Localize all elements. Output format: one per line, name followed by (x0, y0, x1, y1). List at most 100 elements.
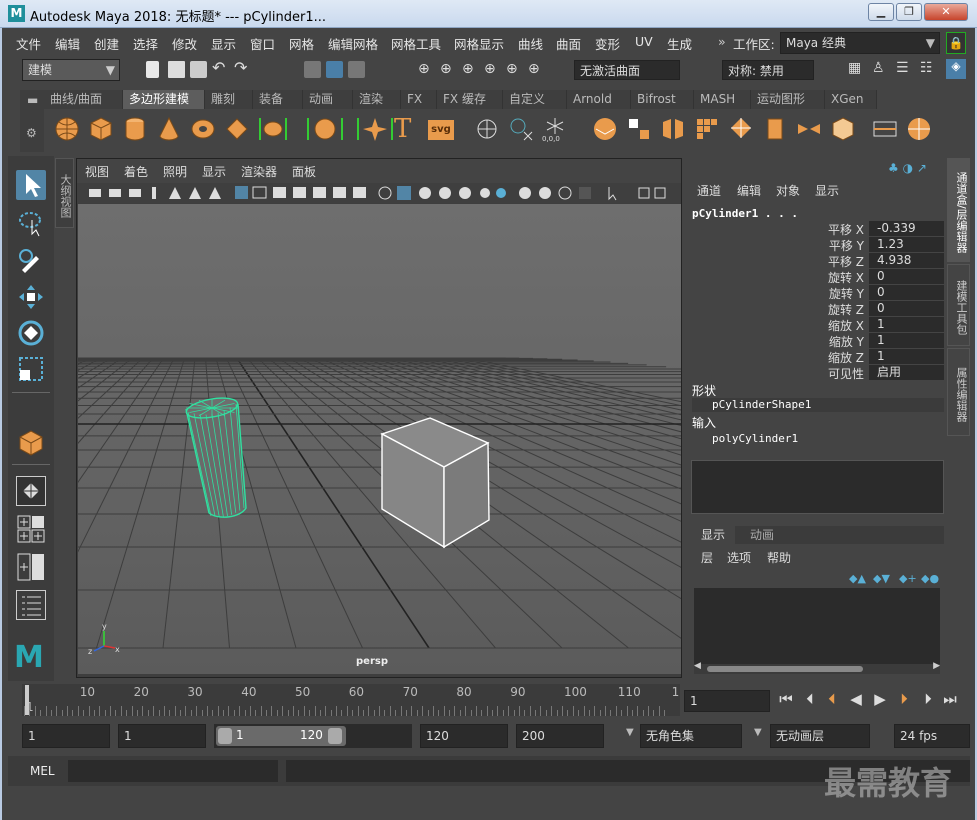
layer-scrollbar[interactable]: ◀ ▶ (694, 661, 940, 674)
viewport-menu-renderer[interactable]: 渲染器 (241, 163, 277, 180)
maximize-button[interactable]: ❐ (896, 3, 922, 21)
shelf-tab-fx-cache[interactable]: FX 缓存 (437, 90, 503, 109)
layer-menu-help[interactable]: 帮助 (767, 549, 791, 566)
layer-tab-display[interactable]: 显示 (691, 526, 735, 544)
poly-disc-icon[interactable] (258, 116, 288, 142)
two-pane-layout-icon[interactable] (16, 552, 46, 582)
sphere-pivot-icon[interactable] (474, 116, 500, 142)
viewport-menu-shading[interactable]: 着色 (124, 163, 148, 180)
target-weld-icon[interactable] (906, 116, 932, 142)
viewport-scene[interactable]: x y z persp (78, 204, 681, 674)
play-backward-icon[interactable]: ◀ (846, 690, 866, 708)
step-forward-frame-icon[interactable]: ⏵ (918, 690, 938, 708)
time-slider-track[interactable]: 1 10 20 30 40 50 60 70 80 90 100 110 1 (22, 684, 680, 716)
poly-plane-icon[interactable] (224, 116, 250, 142)
current-frame-field[interactable]: 1 (684, 690, 770, 712)
menu-set-dropdown[interactable]: 建模 ▼ (22, 59, 120, 81)
attr-field-scale-x[interactable]: 1 (869, 317, 944, 332)
attr-field-rotate-x[interactable]: 0 (869, 269, 944, 284)
menu-mesh-display[interactable]: 网格显示 (454, 34, 504, 53)
side-tab-channel-box[interactable]: 通道盒/层编辑器 (947, 158, 970, 262)
shelf-tab-xgen[interactable]: XGen (825, 90, 877, 109)
combine-icon[interactable] (592, 116, 618, 142)
reduce-icon[interactable] (728, 116, 754, 142)
attr-field-scale-z[interactable]: 1 (869, 349, 944, 364)
attr-field-translate-x[interactable]: -0.339 (869, 221, 944, 236)
channel-menu-channels[interactable]: 通道 (697, 182, 721, 199)
new-scene-icon[interactable] (146, 61, 159, 78)
fps-dropdown[interactable]: 24 fps (894, 724, 970, 748)
mel-input[interactable] (68, 760, 278, 782)
freeze-transform-icon[interactable]: 0,0,0 (542, 116, 568, 142)
poly-cone-icon[interactable] (156, 116, 182, 142)
select-object-icon[interactable] (326, 61, 343, 78)
layer-tab-anim[interactable]: 动画 (737, 526, 787, 544)
viewport-menu-lighting[interactable]: 照明 (163, 163, 187, 180)
poly-cube-icon[interactable] (88, 116, 114, 142)
scroll-left-icon[interactable]: ◀ (694, 661, 701, 671)
attribute-editor-icon[interactable]: ☰ (896, 60, 909, 76)
snap-view-plane-icon[interactable]: ⊕ (484, 61, 496, 77)
shelf-tab-rigging[interactable]: 装备 (253, 90, 303, 109)
save-scene-icon[interactable] (190, 61, 207, 78)
menu-uv[interactable]: UV (635, 34, 653, 49)
four-pane-layout-icon[interactable] (16, 514, 46, 544)
smooth-icon[interactable] (694, 116, 720, 142)
side-tab-modeling-toolkit[interactable]: 建模工具包 (947, 264, 970, 346)
separate-icon[interactable] (626, 116, 652, 142)
platonic-solid-icon[interactable] (306, 116, 344, 142)
menu-curves[interactable]: 曲线 (518, 34, 543, 53)
menu-deform[interactable]: 变形 (595, 34, 620, 53)
lasso-tool-icon[interactable] (16, 208, 46, 238)
live-surface-field[interactable]: 无激活曲面 (574, 60, 680, 80)
step-back-frame-icon[interactable]: ⏴ (800, 690, 820, 708)
outliner-tab[interactable]: 大纲视图 (55, 158, 74, 228)
layer-move-up-icon[interactable]: ◆▲ (849, 572, 866, 585)
range-slider-bar[interactable]: 1 120 (216, 726, 346, 746)
channel-box-toggle-icon[interactable]: ◈ (946, 59, 966, 79)
attr-field-translate-y[interactable]: 1.23 (869, 237, 944, 252)
shelf-tab-custom[interactable]: 自定义 (503, 90, 567, 109)
magnet-icon[interactable]: ⊕ (528, 61, 540, 77)
end-time-field[interactable]: 200 (516, 724, 604, 748)
channel-menu-edit[interactable]: 编辑 (737, 182, 761, 199)
shelf-tab-bifrost[interactable]: Bifrost (631, 90, 694, 109)
shelf-tab-mash[interactable]: MASH (694, 90, 751, 109)
menu-select[interactable]: 选择 (133, 34, 158, 53)
menu-mesh-tools[interactable]: 网格工具 (391, 34, 441, 53)
attr-field-rotate-z[interactable]: 0 (869, 301, 944, 316)
menu-edit[interactable]: 编辑 (55, 34, 80, 53)
attr-field-rotate-y[interactable]: 0 (869, 285, 944, 300)
multi-cut-icon[interactable] (872, 116, 898, 142)
side-tab-attribute-editor[interactable]: 属性编辑器 (947, 348, 970, 436)
minimize-button[interactable]: ▁ (868, 3, 894, 21)
poly-sphere-icon[interactable] (54, 116, 80, 142)
select-component-icon[interactable] (348, 61, 365, 78)
go-to-start-icon[interactable]: ⏮ (776, 690, 796, 708)
playback-end-field[interactable]: 120 (420, 724, 508, 748)
channel-object-name[interactable]: pCylinder1 . . . (692, 207, 798, 220)
shelf-tab-arnold[interactable]: Arnold (567, 90, 631, 109)
layer-move-down-icon[interactable]: ◆▼ (873, 572, 890, 585)
menu-modify[interactable]: 修改 (172, 34, 197, 53)
lock-icon[interactable]: 🔒 (946, 32, 966, 54)
snap-point-icon[interactable]: ⊕ (462, 61, 474, 77)
range-slider-left-handle[interactable] (218, 728, 232, 744)
select-hierarchy-icon[interactable] (304, 61, 321, 78)
current-time-marker[interactable] (25, 685, 29, 715)
layer-menu-options[interactable]: 选项 (727, 549, 751, 566)
shelf-tab-rendering[interactable]: 渲染 (353, 90, 401, 109)
menu-surfaces[interactable]: 曲面 (556, 34, 581, 53)
attr-field-translate-z[interactable]: 4.938 (869, 253, 944, 268)
render-settings-icon[interactable]: ▦ (848, 60, 861, 76)
range-slider-right-handle[interactable] (328, 728, 342, 744)
channel-menu-object[interactable]: 对象 (776, 182, 800, 199)
workspace-dropdown[interactable]: Maya 经典 ▼ (780, 32, 940, 54)
paint-select-tool-icon[interactable] (16, 246, 46, 276)
mirror-icon[interactable] (660, 116, 686, 142)
viewport-menu-panels[interactable]: 面板 (292, 163, 316, 180)
single-pane-layout-icon[interactable] (16, 476, 46, 506)
snap-grid-icon[interactable]: ⊕ (418, 61, 430, 77)
new-layer-icon[interactable]: ◆+ (899, 572, 917, 585)
attr-field-visibility[interactable]: 启用 (869, 365, 944, 380)
